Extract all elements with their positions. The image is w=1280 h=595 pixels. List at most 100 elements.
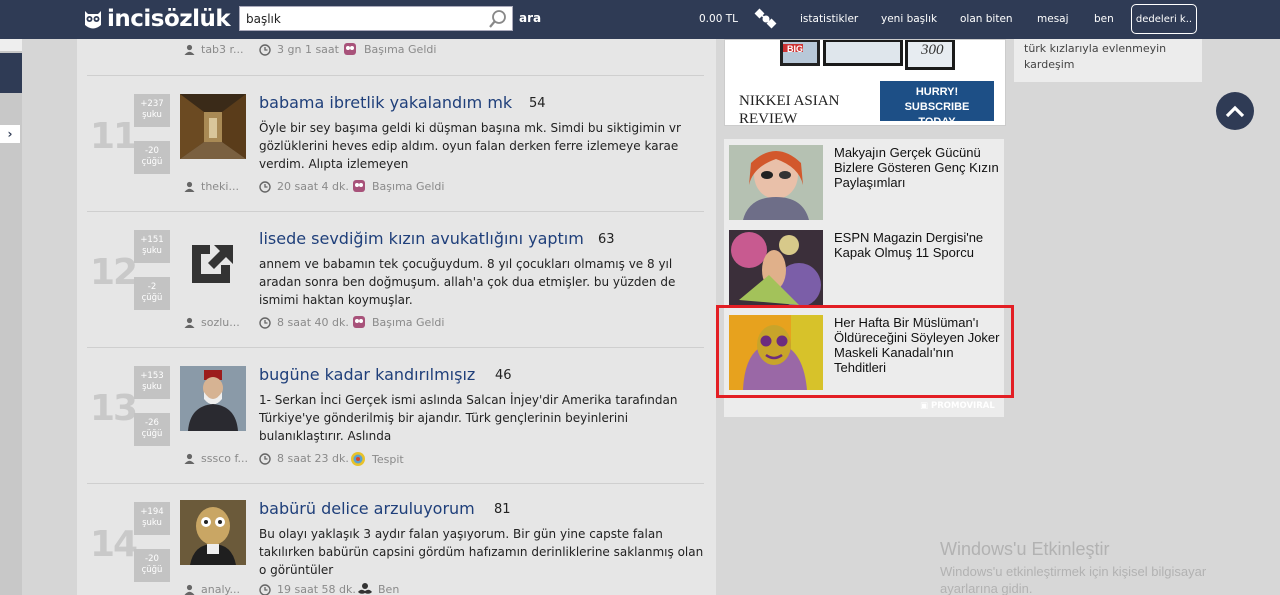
search-input[interactable]: [240, 7, 480, 30]
entry-title[interactable]: babama ibretlik yakalandım mk: [259, 93, 512, 112]
owl-logo-icon: [85, 11, 101, 29]
entry-category[interactable]: Başıma Geldi: [372, 180, 444, 193]
topic-list: tab3 r... 3 gn 1 saat Başıma Geldi 11 +2…: [77, 39, 716, 595]
promo-thumbnail[interactable]: [729, 145, 823, 220]
entry-author-wrap: analy...: [184, 583, 240, 595]
promo-item[interactable]: Makyajın Gerçek Gücünü Bizlere Gösteren …: [724, 139, 1004, 224]
nav-me[interactable]: ben: [1094, 13, 1114, 25]
entry-title[interactable]: bugüne kadar kandırılmışız: [259, 365, 475, 384]
sidebar-card[interactable]: türk kızlarıyla evlenmeyin kardeşim: [1014, 39, 1202, 82]
category-owl-icon: [353, 316, 365, 328]
upvote-button[interactable]: +237 şuku: [134, 94, 170, 127]
entry-category[interactable]: Ben: [378, 583, 399, 595]
search-box: [239, 6, 513, 31]
promoviral-text: PROMOVIRAL: [931, 401, 995, 411]
nav-whats-happening[interactable]: olan biten: [960, 13, 1013, 25]
downvote-button[interactable]: -26 çüğü: [134, 413, 170, 446]
entry-author-wrap: sozlu...: [184, 316, 240, 329]
category-badge-icon: [351, 452, 365, 466]
prev-entry-time-wrap: 3 gn 1 saat: [259, 43, 339, 56]
entry-author[interactable]: sssco f...: [201, 452, 248, 465]
external-link-icon[interactable]: [180, 230, 246, 295]
downvote-label: çüğü: [141, 157, 163, 167]
entry-text[interactable]: 1- Serkan İnci Gerçek ismi aslında Salca…: [259, 391, 709, 445]
search-icon[interactable]: [488, 9, 508, 29]
entry-time-wrap: 8 saat 23 dk.: [259, 452, 349, 465]
entry-title[interactable]: babürü delice arzuluyorum: [259, 499, 475, 518]
entry-time-wrap: 20 saat 4 dk.: [259, 180, 349, 193]
entry-time[interactable]: 8 saat 23 dk.: [277, 452, 349, 465]
balance-link[interactable]: 0.00 TL: [699, 13, 738, 25]
satellite-icon[interactable]: [754, 8, 778, 30]
downvote-label: çüğü: [141, 429, 163, 439]
entry-title[interactable]: lisede sevdiğim kızın avukatlığını yaptı…: [259, 229, 584, 248]
entry-thumbnail[interactable]: [180, 366, 246, 431]
entry-author[interactable]: theki...: [201, 180, 239, 193]
entry-author[interactable]: sozlu...: [201, 316, 240, 329]
clock-icon: [259, 180, 271, 193]
upvote-button[interactable]: +194 şuku: [134, 502, 170, 535]
entry-author[interactable]: analy...: [201, 583, 240, 595]
upvote-button[interactable]: +153 şuku: [134, 366, 170, 399]
entry-rank: 11: [90, 116, 138, 157]
category-mustache-icon: [358, 583, 372, 594]
entry-count: 81: [494, 502, 511, 517]
entry-text[interactable]: annem ve babamın tek çocuğuydum. 8 yıl ç…: [259, 255, 709, 309]
clock-icon: [259, 316, 271, 329]
expand-sidebar-button[interactable]: ›: [0, 125, 20, 143]
user-icon: [184, 584, 195, 595]
entry-rank: 13: [90, 388, 138, 429]
entry-text[interactable]: Öyle bir sey başıma geldi ki düşman başı…: [259, 119, 709, 173]
sidebar-card-text[interactable]: türk kızlarıyla evlenmeyin kardeşim: [1024, 41, 1194, 73]
downvote-button[interactable]: -2 çüğü: [134, 277, 170, 310]
promo-title[interactable]: ESPN Magazin Dergisi'ne Kapak Olmuş 11 S…: [834, 230, 1000, 260]
topic-entry: 11 +237 şuku -20 çüğü babama ibretlik yaka…: [87, 75, 704, 211]
logo-text: incisözlük: [107, 6, 231, 32]
entry-category-wrap: Ben: [357, 582, 399, 595]
entry-time[interactable]: 19 saat 58 dk.: [277, 583, 356, 595]
entry-count: 46: [495, 368, 512, 383]
promoviral-label[interactable]: ▣ PROMOVIRAL: [920, 401, 995, 411]
user-icon: [184, 453, 195, 464]
user-menu-button[interactable]: dedeleri k..: [1131, 4, 1197, 34]
entry-time-wrap: 8 saat 40 dk.: [259, 316, 349, 329]
entry-category[interactable]: Başıma Geldi: [372, 316, 444, 329]
entry-thumbnail[interactable]: [180, 500, 246, 565]
nav-messages[interactable]: mesaj: [1037, 13, 1069, 25]
downvote-count: -2: [147, 282, 157, 292]
search-button[interactable]: ara: [519, 11, 541, 25]
promo-item[interactable]: ESPN Magazin Dergisi'ne Kapak Olmuş 11 S…: [724, 224, 1004, 309]
scroll-to-top-button[interactable]: [1216, 92, 1254, 130]
entry-time[interactable]: 8 saat 40 dk.: [277, 316, 349, 329]
entry-count: 54: [529, 96, 546, 111]
promo-title[interactable]: Makyajın Gerçek Gücünü Bizlere Gösteren …: [834, 145, 1000, 190]
category-owl-icon: [344, 43, 356, 55]
activation-watermark-title: Windows'u Etkinleştir: [940, 539, 1110, 559]
prev-entry-time[interactable]: 3 gn 1 saat: [277, 43, 339, 56]
entry-thumbnail[interactable]: [180, 94, 246, 159]
site-logo[interactable]: incisözlük: [82, 4, 231, 34]
nav-statistics[interactable]: istatistikler: [800, 13, 858, 25]
promo-thumbnail[interactable]: [729, 230, 823, 305]
entry-category[interactable]: Tespit: [372, 453, 404, 466]
upvote-button[interactable]: +151 şuku: [134, 230, 170, 263]
downvote-count: -20: [145, 146, 159, 156]
prev-entry-author[interactable]: tab3 r...: [201, 43, 244, 56]
upvote-count: +194: [140, 507, 164, 517]
upvote-count: +151: [140, 235, 164, 245]
sidebar-edge-block: [0, 53, 22, 93]
prev-entry-category[interactable]: Başıma Geldi: [364, 43, 436, 56]
downvote-button[interactable]: -20 çüğü: [134, 141, 170, 174]
entry-count: 63: [598, 232, 615, 247]
activation-watermark-subtitle: Windows'u etkinleştirmek için kişisel bi…: [940, 564, 1207, 595]
ad-cta[interactable]: HURRY! SUBSCRIBE TODAY: [885, 85, 989, 125]
downvote-label: çüğü: [141, 565, 163, 575]
entry-time[interactable]: 20 saat 4 dk.: [277, 180, 349, 193]
nikkei-ad-banner[interactable]: BIG 300 NIKKEI ASIAN REVIEW HURRY! SUBSC…: [724, 39, 1006, 126]
entry-author-wrap: sssco f...: [184, 452, 248, 465]
entry-rank: 14: [90, 524, 138, 565]
upvote-label: şuku: [142, 382, 162, 392]
entry-text[interactable]: Bu olayı yaklaşık 3 aydır falan yaşıyoru…: [259, 525, 709, 579]
downvote-button[interactable]: -20 çüğü: [134, 549, 170, 582]
nav-new-topic[interactable]: yeni başlık: [881, 13, 937, 25]
